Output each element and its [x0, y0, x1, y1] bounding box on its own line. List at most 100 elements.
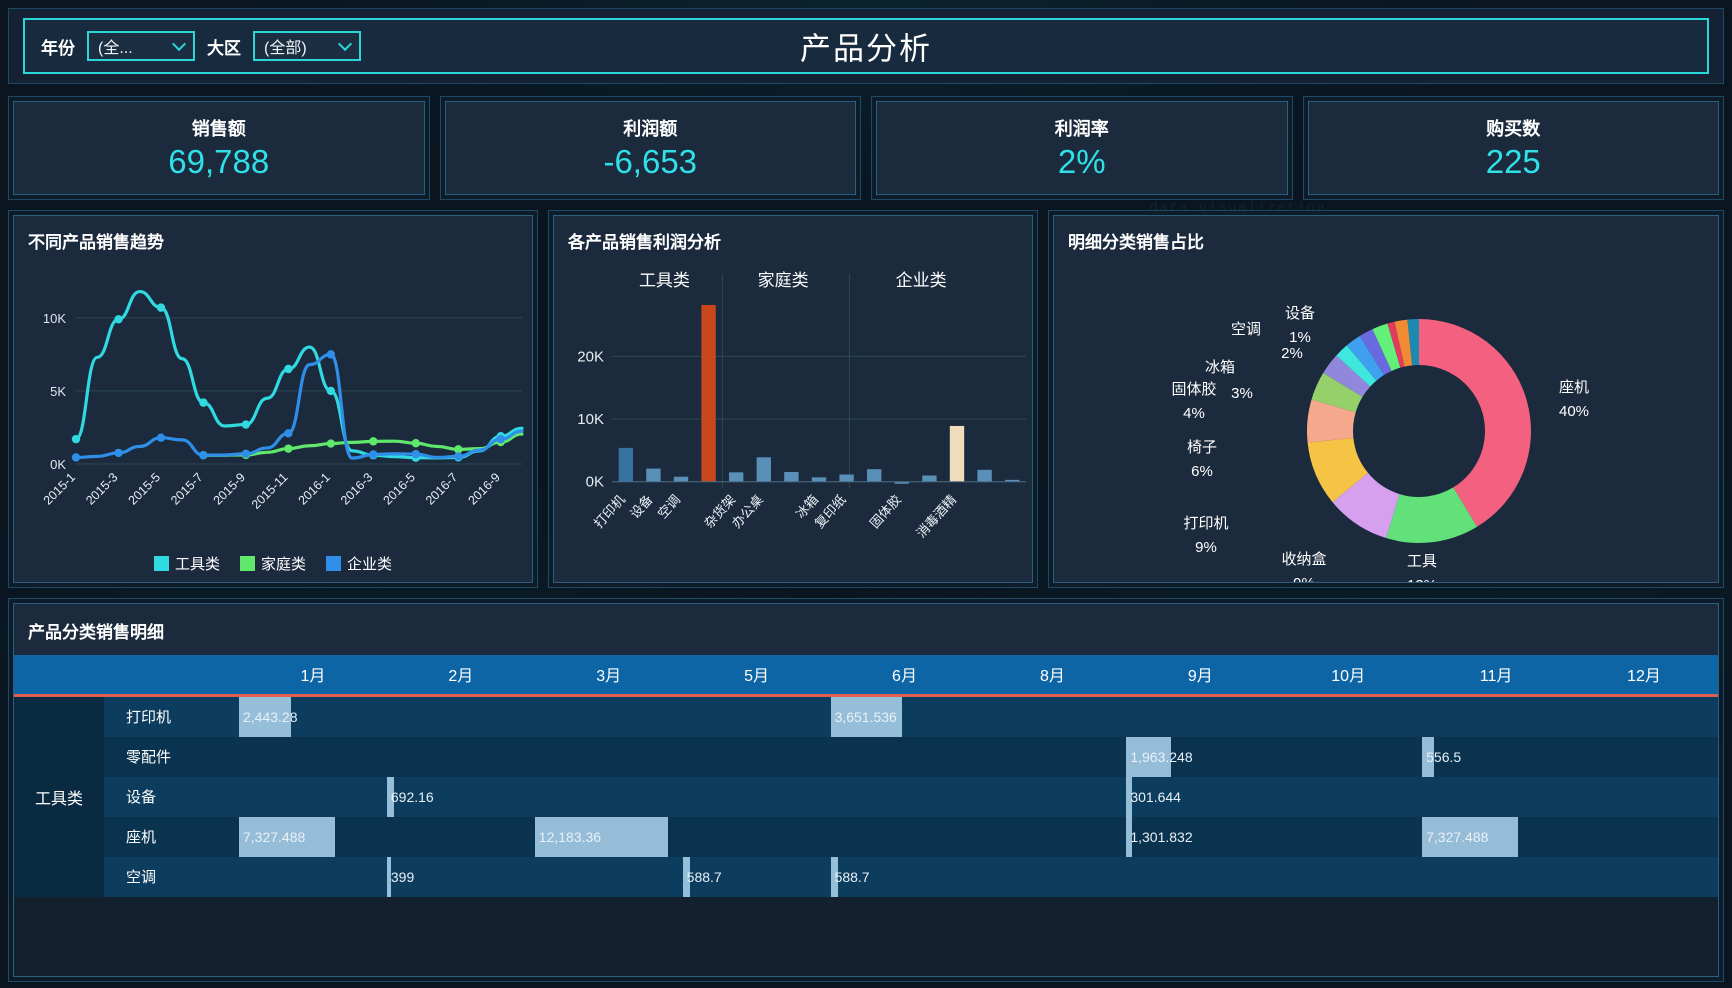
detail-table[interactable]: 1月 2月 3月 5月 6月 8月 9月 10月 11月 12月 工具类 打印机 2,443.28 3,…	[14, 655, 1718, 897]
kpi-card-profit[interactable]: 利润额 -6,653	[439, 96, 861, 200]
svg-text:椅子: 椅子	[1187, 439, 1217, 456]
table-row-label: 打印机	[104, 695, 239, 737]
legend-item[interactable]: 家庭类	[239, 553, 306, 574]
table-column-header[interactable]: 5月	[682, 655, 831, 697]
cell-value-text: 7,327.488	[243, 828, 306, 845]
bar-chart-title: 各产品销售利润分析	[568, 233, 721, 252]
table-cell[interactable]	[1570, 816, 1718, 857]
legend-item[interactable]: 企业类	[326, 553, 392, 574]
table-cell[interactable]: 7,327.488	[239, 816, 387, 857]
table-cell[interactable]	[978, 816, 1127, 857]
table-cell[interactable]	[1570, 776, 1718, 817]
kpi-value: 225	[1485, 143, 1541, 180]
table-cell[interactable]	[978, 736, 1127, 777]
table-cell[interactable]: 588.7	[682, 856, 831, 897]
table-cell[interactable]	[386, 816, 535, 857]
table-cell[interactable]	[978, 856, 1127, 897]
svg-text:4%: 4%	[1183, 405, 1205, 422]
table-column-header[interactable]: 3月	[534, 655, 683, 697]
table-cell[interactable]	[1274, 776, 1423, 817]
table-cell[interactable]	[534, 856, 683, 897]
svg-text:2015-9: 2015-9	[211, 470, 248, 507]
table-column-header[interactable]: 8月	[978, 655, 1127, 697]
chart-row: 不同产品销售趋势 0K 5K 10K 2015-1 2015-3 2015-5 2015-7…	[8, 210, 1724, 588]
table-column-header[interactable]: 10月	[1274, 655, 1423, 697]
table-cell[interactable]: 1,963.248	[1126, 736, 1275, 777]
line-chart-legend: 工具类 家庭类 企业类	[14, 553, 532, 574]
panel-pie-chart: 明细分类销售占比 设备 1% 空调 2% 冰箱 3% 固体胶 4% 椅子 6% 打印机 9% 收纳盒 9%…	[1048, 210, 1724, 588]
table-cell[interactable]	[1274, 695, 1423, 737]
table-cell[interactable]	[1126, 695, 1275, 737]
table-cell[interactable]: 588.7	[830, 856, 979, 897]
svg-text:打印机: 打印机	[591, 492, 628, 531]
line-chart[interactable]: 0K5K10K2015-1 2015-3 2015-5 2015-7 2015-9 201…	[14, 256, 533, 556]
table-cell[interactable]	[1274, 816, 1423, 857]
table-cell[interactable]: 399	[386, 856, 535, 897]
table-cell[interactable]	[239, 776, 387, 817]
table-row[interactable]: 零配件 1,963.248 556.5	[14, 736, 1718, 777]
table-column-header[interactable]: 1月	[239, 655, 387, 697]
table-cell[interactable]	[239, 736, 387, 777]
table-column-header[interactable]: 11月	[1422, 655, 1571, 697]
table-column-header[interactable]: 12月	[1570, 655, 1718, 697]
table-cell[interactable]	[1570, 856, 1718, 897]
kpi-card-margin[interactable]: 利润率 2%	[871, 96, 1293, 200]
cell-value-text: 2,443.28	[243, 708, 298, 725]
table-cell[interactable]	[1126, 856, 1275, 897]
table-row-label: 零配件	[104, 736, 239, 777]
legend-item[interactable]: 工具类	[153, 553, 220, 574]
table-cell[interactable]	[534, 776, 683, 817]
table-cell[interactable]	[830, 736, 979, 777]
table-row[interactable]: 设备 692.16 301.644	[14, 776, 1718, 817]
table-cell[interactable]	[978, 776, 1127, 817]
table-cell[interactable]	[1422, 856, 1571, 897]
table-cell[interactable]: 301.644	[1126, 776, 1275, 817]
table-cell[interactable]: 692.16	[386, 776, 535, 817]
kpi-card-orders[interactable]: 购买数 225	[1302, 96, 1724, 200]
table-cell[interactable]: 1,301.832	[1126, 816, 1275, 857]
table-column-header[interactable]: 2月	[386, 655, 535, 697]
table-cell[interactable]	[386, 695, 535, 737]
table-row[interactable]: 空调 399 588.7 588.7	[14, 856, 1718, 897]
table-cell[interactable]	[978, 695, 1127, 737]
table-cell[interactable]	[682, 816, 831, 857]
table-column-header[interactable]: 9月	[1126, 655, 1275, 697]
kpi-title: 购买数	[1486, 119, 1541, 139]
svg-text:2016-5: 2016-5	[380, 470, 417, 507]
table-column-header[interactable]: 6月	[830, 655, 979, 697]
legend-label: 工具类	[174, 556, 220, 573]
table-cell[interactable]: 556.5	[1422, 736, 1571, 777]
table-cell[interactable]	[534, 736, 683, 777]
table-cell[interactable]	[1422, 695, 1571, 737]
table-cell[interactable]	[386, 736, 535, 777]
table-cell[interactable]	[830, 816, 979, 857]
table-cell[interactable]	[1422, 776, 1571, 817]
svg-text:2%: 2%	[1281, 345, 1303, 362]
table-cell[interactable]	[830, 776, 979, 817]
table-cell[interactable]	[534, 695, 683, 737]
table-cell[interactable]: 2,443.28	[239, 695, 387, 737]
table-cell[interactable]	[239, 856, 387, 897]
panel-line-chart: 不同产品销售趋势 0K 5K 10K 2015-1 2015-3 2015-5 2015-7…	[8, 210, 538, 588]
table-row[interactable]: 工具类 打印机 2,443.28 3,651.536	[14, 695, 1718, 897]
table-group-cell: 工具类	[14, 695, 104, 897]
cell-value-text: 588.7	[686, 868, 722, 885]
svg-text:6%: 6%	[1191, 463, 1213, 480]
table-cell[interactable]	[682, 695, 831, 737]
table-cell[interactable]	[682, 736, 831, 777]
table-cell[interactable]: 12,183.36	[534, 816, 683, 857]
table-cell[interactable]	[1570, 736, 1718, 777]
table-cell[interactable]	[1570, 695, 1718, 737]
table-row[interactable]: 座机 7,327.488 12,183.36 1,301.832 7,327.488	[14, 816, 1718, 857]
kpi-title: 利润额	[623, 119, 678, 139]
bar-chart[interactable]: 0K10K20K工具类 家庭类 企业类打印机 设备 空调 杂货架办公桌 冰箱复印纸 固体胶 消毒…	[554, 254, 1033, 583]
table-cell[interactable]	[1274, 736, 1423, 777]
table-cell[interactable]: 7,327.488	[1422, 816, 1571, 857]
table-cell[interactable]	[1274, 856, 1423, 897]
svg-text:2015-1: 2015-1	[41, 470, 78, 507]
kpi-card-sales[interactable]: 销售额 69,788	[8, 96, 430, 200]
table-cell[interactable]	[682, 776, 831, 817]
donut-chart[interactable]: 设备 1% 空调 2% 冰箱 3% 固体胶 4% 椅子 6% 打印机 9% 收纳盒 9% 工具 13% 座机 40…	[1054, 246, 1719, 583]
svg-text:企业类: 企业类	[896, 271, 947, 290]
table-cell[interactable]: 3,651.536	[830, 695, 979, 737]
